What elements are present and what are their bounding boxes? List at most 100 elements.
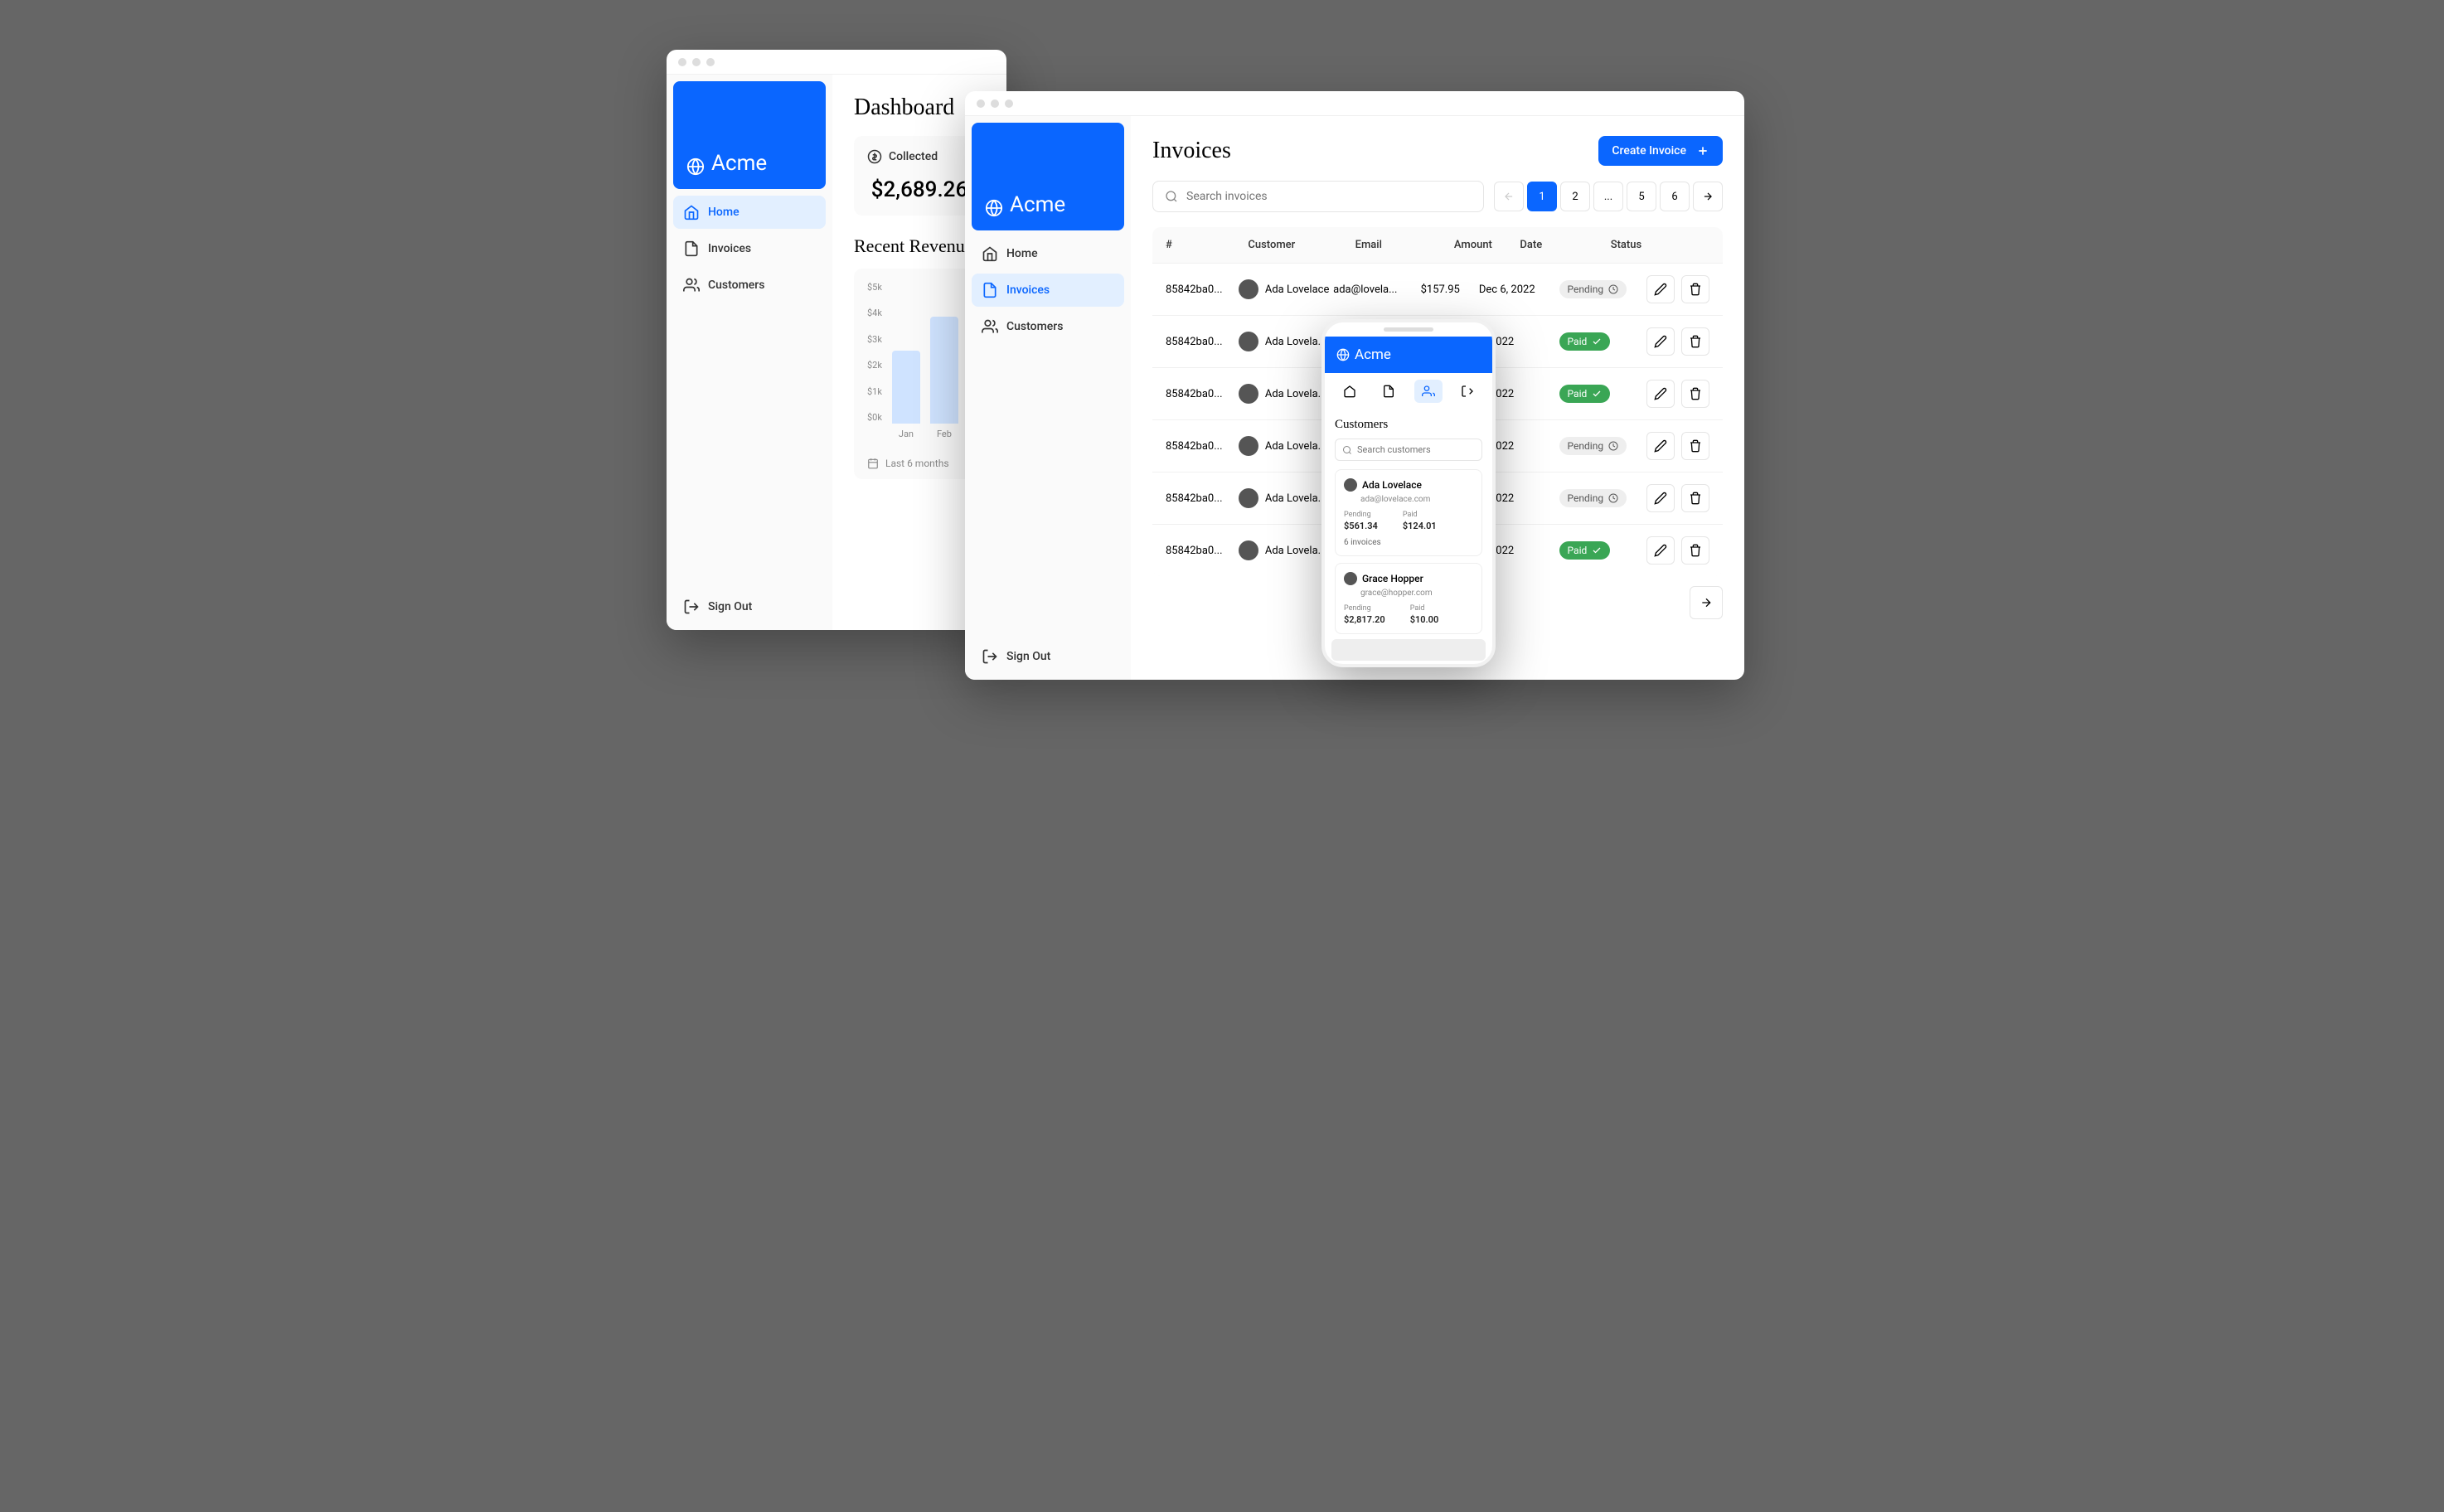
table-header: # Customer Email Amount Date Status <box>1152 227 1723 263</box>
stat-label: Pending <box>1344 604 1385 613</box>
page-button[interactable]: 1 <box>1527 182 1557 211</box>
cell-date: Dec 6, 2022 <box>1479 284 1559 296</box>
avatar <box>1239 279 1258 299</box>
status-badge: Pending <box>1559 437 1627 455</box>
sidebar-item-customers[interactable]: Customers <box>673 269 826 302</box>
page-button[interactable]: 2 <box>1560 182 1590 211</box>
mobile-nav <box>1325 373 1492 410</box>
edit-button[interactable] <box>1646 380 1675 408</box>
table-row: 85842ba0... Ada Lovelace ada@lovela... $… <box>1152 263 1723 315</box>
traffic-light-icon <box>1005 99 1013 108</box>
traffic-light-icon <box>706 58 715 66</box>
edit-button[interactable] <box>1646 275 1675 303</box>
signout-button[interactable]: Sign Out <box>673 590 826 623</box>
sidebar-item-label: Invoices <box>708 242 751 255</box>
brand-name: Acme <box>711 151 767 176</box>
chart-bar <box>892 351 920 424</box>
sidebar-item-home[interactable]: Home <box>673 196 826 229</box>
globe-icon <box>1336 348 1350 361</box>
bottom-sheet[interactable] <box>1331 639 1486 661</box>
traffic-light-icon <box>692 58 701 66</box>
ytick: $4k <box>867 308 882 318</box>
signout-button[interactable]: Sign Out <box>972 640 1124 673</box>
sidebar: Acme Home Invoices Customers Si <box>667 75 832 630</box>
stat-value: $10.00 <box>1410 614 1439 625</box>
chart-xlabel: Jan <box>899 429 914 439</box>
cell-id: 85842ba0... <box>1166 336 1239 348</box>
stat-value: $124.01 <box>1403 521 1437 531</box>
nav-signout[interactable] <box>1453 380 1481 403</box>
col-email: Email <box>1355 239 1454 251</box>
stat-label: Paid <box>1403 511 1437 519</box>
ytick: $1k <box>867 386 882 397</box>
logout-icon <box>1461 385 1474 398</box>
page-prev-button[interactable] <box>1494 182 1524 211</box>
delete-button[interactable] <box>1681 275 1709 303</box>
next-page-button[interactable] <box>1690 586 1723 619</box>
brand-logo[interactable]: Acme <box>1325 337 1492 373</box>
cell-id: 85842ba0... <box>1166 388 1239 400</box>
cell-id: 85842ba0... <box>1166 492 1239 505</box>
customer-name: Grace Hopper <box>1344 572 1473 585</box>
delete-button[interactable] <box>1681 536 1709 565</box>
page-ellipsis: ... <box>1593 182 1623 211</box>
search-input[interactable] <box>1152 181 1484 212</box>
nav-home[interactable] <box>1336 380 1364 403</box>
plus-icon <box>1696 144 1709 158</box>
customer-card[interactable]: Grace Hopper grace@hopper.com Pending$2,… <box>1335 563 1482 634</box>
delete-button[interactable] <box>1681 484 1709 512</box>
sidebar-item-label: Invoices <box>1006 284 1050 297</box>
cell-customer: Ada Lovela... <box>1239 332 1333 351</box>
page-title: Customers <box>1335 418 1482 432</box>
chart-footer-label: Last 6 months <box>885 458 949 469</box>
cell-status: Paid <box>1559 541 1646 560</box>
sidebar-item-invoices[interactable]: Invoices <box>673 232 826 265</box>
cell-status: Pending <box>1559 437 1646 455</box>
create-invoice-button[interactable]: Create Invoice <box>1598 136 1723 166</box>
edit-button[interactable] <box>1646 484 1675 512</box>
brand-name: Acme <box>1010 192 1065 217</box>
customer-name: Ada Lovelace <box>1344 478 1473 492</box>
nav-invoices[interactable] <box>1375 380 1403 403</box>
edit-button[interactable] <box>1646 536 1675 565</box>
home-icon <box>982 245 998 262</box>
customer-card[interactable]: Ada Lovelace ada@lovelace.com Pending$56… <box>1335 469 1482 556</box>
calendar-icon <box>867 458 879 469</box>
chart-xlabel: Feb <box>937 429 952 439</box>
invoice-count: 6 invoices <box>1344 538 1473 547</box>
delete-button[interactable] <box>1681 432 1709 460</box>
brand-logo[interactable]: Acme <box>972 123 1124 230</box>
nav-customers[interactable] <box>1414 380 1443 403</box>
cell-customer: Ada Lovela... <box>1239 488 1333 508</box>
sidebar-item-invoices[interactable]: Invoices <box>972 274 1124 307</box>
page-button[interactable]: 5 <box>1627 182 1656 211</box>
col-customer: Customer <box>1248 239 1355 251</box>
customer-email: ada@lovelace.com <box>1360 495 1473 504</box>
stat-value: $561.34 <box>1344 521 1378 531</box>
page-title: Invoices <box>1152 138 1231 164</box>
pagination: 1 2 ... 5 6 <box>1494 182 1723 211</box>
edit-button[interactable] <box>1646 432 1675 460</box>
window-dashboard: Acme Home Invoices Customers Si <box>667 50 1006 630</box>
search-input[interactable] <box>1335 439 1482 461</box>
traffic-light-icon <box>678 58 686 66</box>
arrow-right-icon <box>1702 191 1714 202</box>
col-status: Status <box>1611 239 1709 251</box>
window-chrome <box>965 91 1744 116</box>
users-icon <box>982 318 998 335</box>
edit-button[interactable] <box>1646 327 1675 356</box>
sidebar-item-customers[interactable]: Customers <box>972 310 1124 343</box>
search-icon <box>1342 445 1352 455</box>
page-next-button[interactable] <box>1693 182 1723 211</box>
sidebar-item-home[interactable]: Home <box>972 237 1124 270</box>
search-field[interactable] <box>1357 444 1475 455</box>
page-button[interactable]: 6 <box>1660 182 1690 211</box>
search-field[interactable] <box>1186 190 1472 203</box>
status-badge: Paid <box>1559 385 1611 403</box>
delete-button[interactable] <box>1681 380 1709 408</box>
card-label: Collected <box>889 150 938 163</box>
logout-icon <box>982 648 998 665</box>
delete-button[interactable] <box>1681 327 1709 356</box>
cell-id: 85842ba0... <box>1166 284 1239 296</box>
brand-logo[interactable]: Acme <box>673 81 826 189</box>
